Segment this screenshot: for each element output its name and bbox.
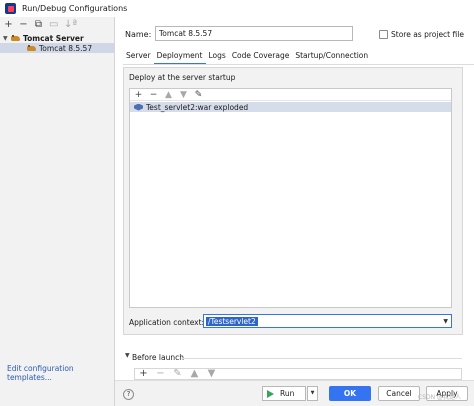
folder-button[interactable]: ▭ [49, 19, 58, 31]
artifact-row[interactable]: Test_servlet2:war exploded [130, 102, 451, 112]
sort-button[interactable]: ↓ª [64, 19, 77, 31]
tab-code-coverage[interactable]: Code Coverage [229, 49, 293, 65]
copy-configuration-button[interactable]: ⧉ [34, 19, 43, 31]
deployment-panel: Deploy at the server startup + − ▲ ▼ ✎ T… [123, 67, 463, 335]
remove-configuration-button[interactable]: − [19, 19, 28, 31]
store-as-project-label[interactable]: Store as project file [391, 30, 464, 39]
store-as-project-checkbox[interactable] [379, 30, 388, 39]
play-icon [267, 389, 274, 398]
chevron-down-icon[interactable]: ▼ [125, 352, 130, 359]
edit-templates-link[interactable]: Edit configuration templates... [7, 364, 114, 382]
edit-artifact-button[interactable]: ✎ [194, 89, 203, 101]
task-down-button[interactable]: ▼ [207, 368, 216, 380]
chevron-down-icon[interactable]: ▼ [3, 35, 11, 42]
title-bar: Run/Debug Configurations [0, 0, 474, 17]
tab-logs[interactable]: Logs [206, 49, 229, 65]
tree-item-label: Tomcat 8.5.57 [39, 43, 93, 53]
chevron-down-icon[interactable]: ▼ [443, 318, 448, 325]
tab-startup-connection[interactable]: Startup/Connection [292, 49, 371, 65]
sidebar-toolbar: + − ⧉ ▭ ↓ª [0, 17, 114, 32]
configurations-sidebar: + − ⧉ ▭ ↓ª ▼ Tomcat Server Tomcat 8.5.57… [0, 17, 115, 406]
artifact-icon [134, 103, 143, 111]
edit-task-button[interactable]: ✎ [173, 368, 182, 380]
help-icon[interactable]: ? [123, 389, 134, 400]
artifact-list: + − ▲ ▼ ✎ Test_servlet2:war exploded [129, 88, 452, 308]
ok-button[interactable]: OK [329, 386, 371, 401]
tree-item-tomcat-config[interactable]: Tomcat 8.5.57 [0, 43, 114, 53]
artifact-toolbar: + − ▲ ▼ ✎ [130, 89, 451, 101]
run-button[interactable]: Run [262, 386, 306, 401]
cancel-button[interactable]: Cancel [378, 386, 420, 401]
remove-artifact-button[interactable]: − [149, 89, 158, 101]
before-launch-divider [181, 358, 462, 359]
add-task-button[interactable]: + [139, 368, 148, 380]
tree-group-label: Tomcat Server [23, 33, 84, 43]
tomcat-icon [27, 44, 36, 52]
deploy-section-title: Deploy at the server startup [129, 73, 236, 82]
window-title: Run/Debug Configurations [22, 4, 128, 13]
config-tabs: Server Deployment Logs Code Coverage Sta… [123, 49, 371, 65]
tree-group-tomcat-server[interactable]: ▼ Tomcat Server [0, 33, 114, 43]
tab-server[interactable]: Server [123, 49, 154, 65]
watermark: CSDN @我是人 [418, 394, 462, 401]
intellij-logo-icon [5, 3, 16, 14]
before-launch-label[interactable]: Before launch [132, 353, 184, 362]
add-artifact-button[interactable]: + [134, 89, 143, 101]
configuration-tree: ▼ Tomcat Server Tomcat 8.5.57 [0, 33, 114, 53]
name-input[interactable] [155, 26, 353, 41]
name-label: Name: [125, 30, 152, 39]
run-options-dropdown[interactable]: ▼ [307, 386, 318, 401]
application-context-label: Application context: [129, 318, 205, 327]
task-up-button[interactable]: ▲ [190, 368, 199, 380]
remove-task-button[interactable]: − [156, 368, 165, 380]
application-context-combobox[interactable]: /Testservlet2 ▼ [203, 314, 452, 328]
move-down-button[interactable]: ▼ [179, 89, 188, 101]
tab-divider [123, 64, 474, 65]
run-label: Run [280, 389, 295, 398]
move-up-button[interactable]: ▲ [164, 89, 173, 101]
tomcat-icon [11, 34, 20, 42]
tab-deployment[interactable]: Deployment [153, 49, 206, 65]
before-launch-toolbar: + − ✎ ▲ ▼ [134, 368, 462, 380]
application-context-value[interactable]: /Testservlet2 [206, 317, 258, 326]
add-configuration-button[interactable]: + [4, 19, 13, 31]
artifact-label: Test_servlet2:war exploded [146, 102, 249, 112]
